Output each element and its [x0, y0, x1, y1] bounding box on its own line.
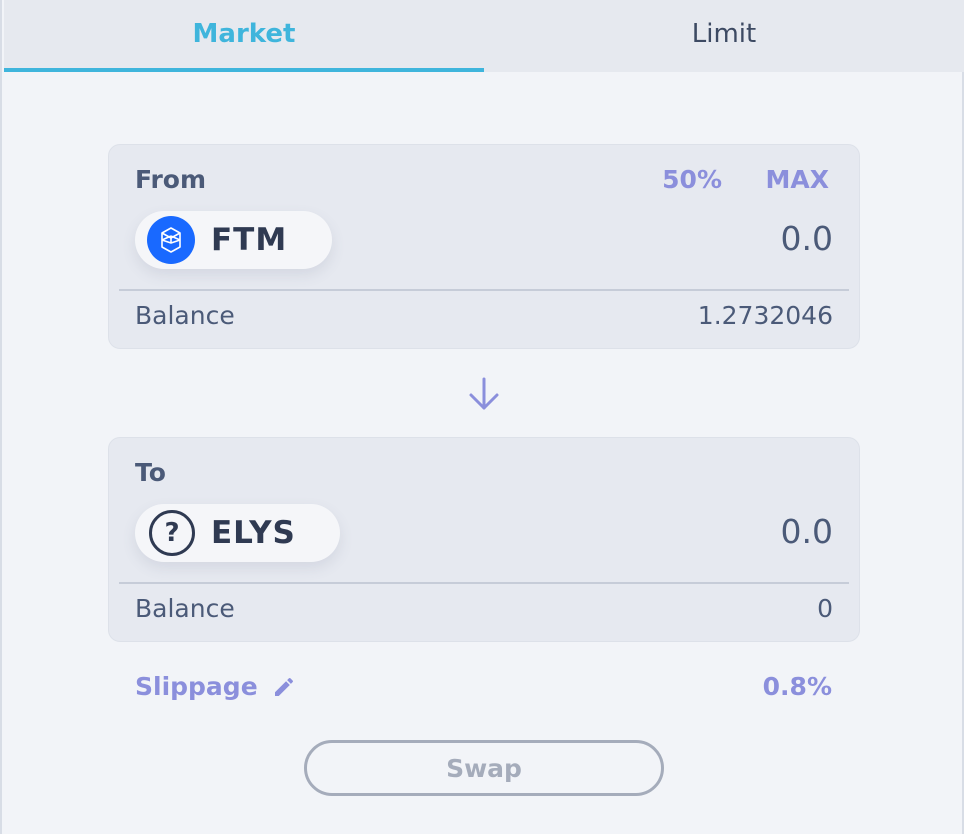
slippage-setting[interactable]: Slippage — [135, 672, 296, 701]
from-balance-label: Balance — [135, 301, 235, 330]
max-amount-button[interactable]: MAX — [765, 165, 829, 194]
swap-panel: Market Limit From 50% MAX FTM 0.0 Balanc… — [0, 0, 964, 834]
to-balance-label: Balance — [135, 594, 235, 623]
to-token-selector[interactable]: ? ELYS — [135, 504, 340, 562]
from-token-selector[interactable]: FTM — [135, 211, 332, 269]
to-amount-input[interactable]: 0.0 — [781, 512, 833, 551]
slippage-value: 0.8% — [762, 672, 832, 701]
from-divider — [119, 289, 849, 291]
fantom-icon — [147, 216, 195, 264]
tab-bar: Market Limit — [4, 0, 964, 72]
swap-button[interactable]: Swap — [304, 740, 664, 796]
from-card: From 50% MAX FTM 0.0 Balance 1.2732046 — [108, 144, 860, 349]
from-label: From — [135, 165, 207, 194]
to-balance-value: 0 — [817, 594, 833, 623]
to-card: To ? ELYS 0.0 Balance 0 — [108, 437, 860, 642]
from-amount-input[interactable]: 0.0 — [781, 219, 833, 258]
pencil-icon[interactable] — [272, 675, 296, 699]
to-token-symbol: ELYS — [211, 515, 296, 551]
tab-market[interactable]: Market — [4, 0, 484, 72]
to-label: To — [135, 458, 166, 487]
from-balance-value: 1.2732046 — [697, 301, 833, 330]
arrow-down-icon[interactable] — [464, 374, 504, 414]
slippage-label: Slippage — [135, 672, 258, 701]
to-divider — [119, 582, 849, 584]
half-amount-button[interactable]: 50% — [662, 165, 722, 194]
question-mark-icon: ? — [149, 510, 195, 556]
from-token-symbol: FTM — [211, 222, 288, 258]
tab-limit[interactable]: Limit — [484, 0, 964, 72]
